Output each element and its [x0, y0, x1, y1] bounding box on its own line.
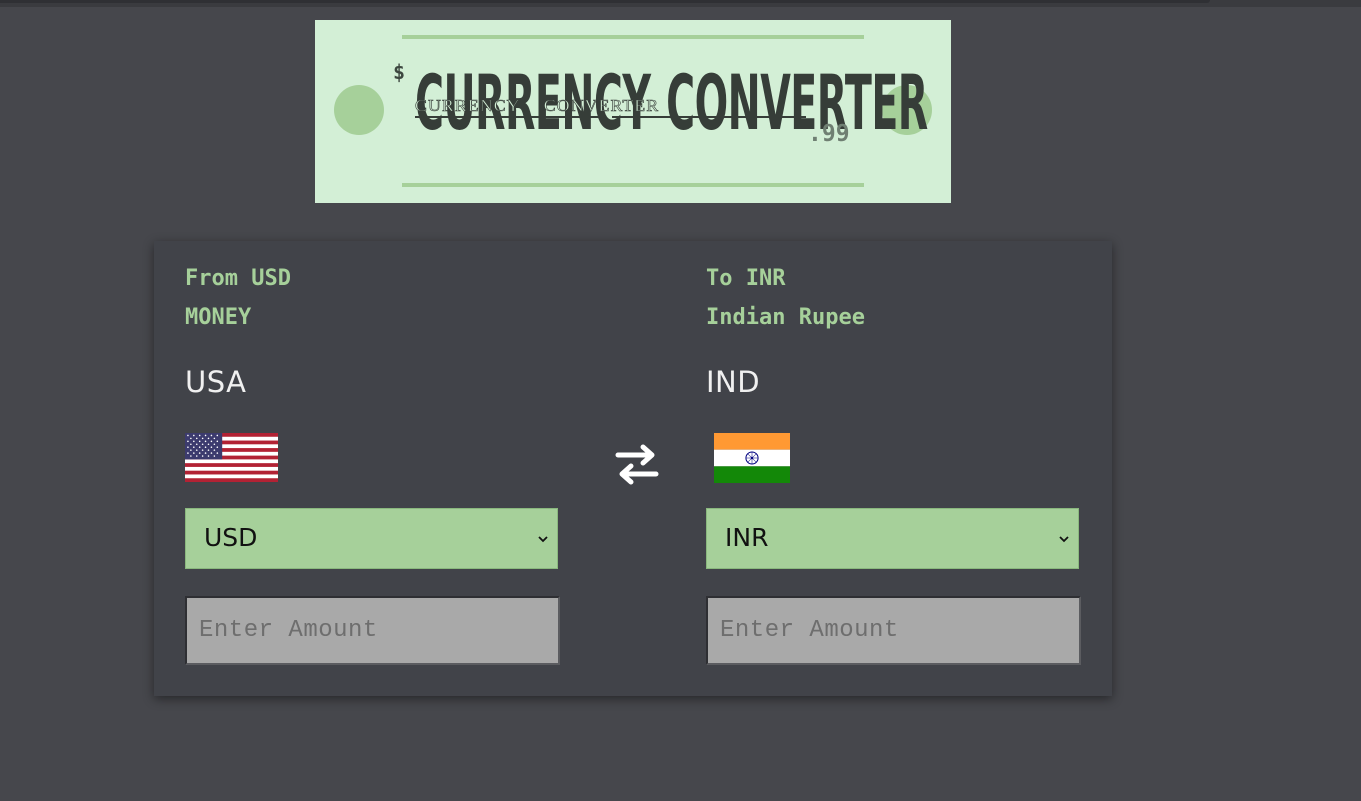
to-currency-select[interactable]: INR	[706, 508, 1079, 569]
banner-overlay-word1: CURRENCY	[415, 96, 521, 115]
to-currency-name: Indian Rupee	[706, 305, 865, 330]
from-currency-select[interactable]: USD	[185, 508, 558, 569]
from-amount-input[interactable]	[185, 596, 560, 665]
to-country: IND	[706, 365, 761, 399]
to-currency-value: INR	[725, 523, 769, 552]
currency-converter-banner: $ CURRENCY CONVERTER CURRENCY CONVERTER .9…	[315, 20, 951, 203]
banner-overlay-word2: CONVERTER	[543, 96, 660, 115]
to-label: To INR	[706, 266, 786, 291]
swap-arrows-icon[interactable]	[614, 442, 660, 488]
banner-dollar-sign: $	[393, 60, 406, 84]
banner-title-overlay: CURRENCY CONVERTER	[415, 96, 660, 115]
banner-underline-2	[612, 116, 806, 118]
browser-top-strip	[0, 0, 1210, 3]
us-flag-icon	[185, 433, 278, 482]
from-currency-value: USD	[204, 523, 258, 552]
browser-top-edge	[0, 0, 1361, 7]
banner-cents: .99	[808, 121, 850, 147]
chevron-down-icon	[1059, 536, 1069, 543]
banner-left-circle	[334, 85, 384, 135]
from-country: USA	[185, 365, 247, 399]
converter-card: From USD MONEY USA USD Enter Amount To I…	[154, 241, 1112, 696]
chevron-down-icon	[538, 536, 548, 543]
from-currency-name: MONEY	[185, 305, 252, 330]
to-amount-input[interactable]	[706, 596, 1081, 665]
banner-bottom-line	[402, 183, 864, 187]
from-label: From USD	[185, 266, 291, 291]
banner-underline-1	[415, 116, 599, 118]
banner-title-word2: CONVERTER	[666, 58, 928, 147]
banner-top-line	[402, 35, 864, 39]
india-flag-icon	[714, 433, 790, 483]
